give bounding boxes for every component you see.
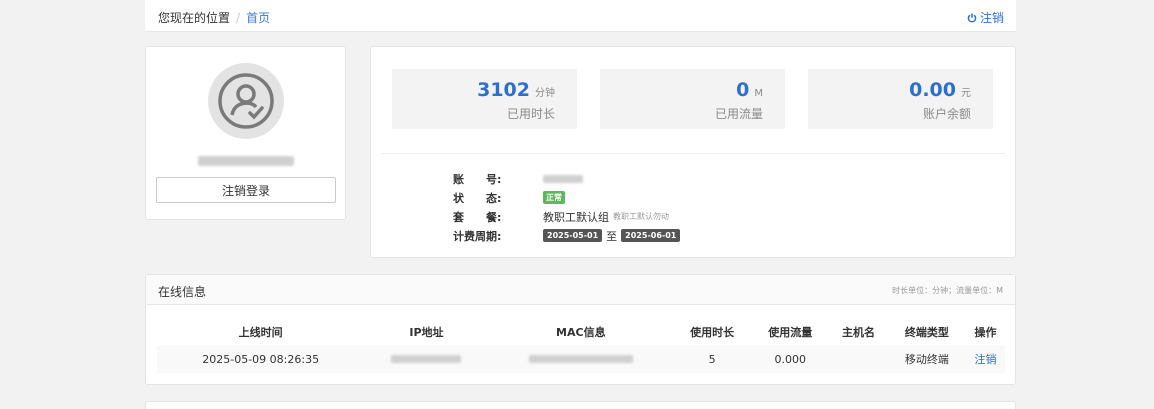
cell-traffic: 0.000 [751, 345, 830, 373]
online-info-card: 在线信息 时长单位：分钟；流量单位：M 上线时间 IP地址 MAC信息 使用时长… [145, 274, 1016, 385]
col-duration: 使用时长 [690, 325, 735, 339]
cell-terminal: 移动终端 [887, 345, 966, 373]
avatar [208, 63, 284, 139]
period-to: 至 [606, 229, 618, 243]
cell-ip [364, 345, 489, 373]
col-action: 操作 [974, 325, 997, 339]
cell-duration: 5 [673, 345, 752, 373]
divider [381, 153, 1005, 154]
cell-host [829, 345, 888, 373]
cell-mac [488, 345, 674, 373]
mac-redacted [528, 354, 633, 363]
used-time-value: 3102 [477, 79, 530, 101]
used-time-stat: 3102 分钟 已用时长 [392, 69, 577, 129]
cell-action: 注销 [965, 345, 1005, 373]
used-traffic-stat: 0M 已用流量 [600, 69, 785, 129]
online-unit-note: 时长单位：分钟；流量单位：M [892, 286, 1003, 295]
status-key: 状 态: [453, 191, 502, 205]
profile-card: 注销登录 [145, 46, 346, 220]
balance-label: 账户余额 [922, 107, 971, 121]
account-info: 账 号: 状 态: 正常 套 餐: 教职工默认组 教职工默认勿动 计费周期: 20… [453, 169, 681, 245]
status-row: 状 态: 正常 [453, 188, 680, 207]
breadcrumb: 您现在的位置 / 首页 [158, 9, 270, 26]
used-time-unit: 分钟 [535, 88, 555, 99]
plan-row: 套 餐: 教职工默认组 教职工默认勿动 [453, 207, 680, 226]
period-start: 2025-05-01 [543, 229, 603, 242]
user-check-icon [218, 73, 274, 129]
col-online-time: 上线时间 [238, 325, 283, 339]
logout-login-button[interactable]: 注销登录 [156, 177, 336, 203]
ip-redacted [391, 354, 462, 363]
plan-value: 教职工默认组 [543, 210, 609, 224]
plan-key: 套 餐: [453, 210, 502, 224]
col-mac: MAC信息 [556, 325, 606, 339]
top-bar: 您现在的位置 / 首页 注销 [145, 0, 1016, 32]
plan-sub: 教职工默认勿动 [613, 212, 669, 221]
stats-card: 3102 分钟 已用时长 0M 已用流量 0.00 元 账户余额 账 号: 状 态:… [370, 46, 1016, 258]
used-traffic-value: 0 [736, 79, 750, 101]
online-table: 上线时间 IP地址 MAC信息 使用时长 使用流量 主机名 终端类型 操作 20… [157, 318, 1005, 373]
cell-online-time: 2025-05-09 08:26:35 [157, 345, 365, 373]
used-time-label: 已用时长 [506, 107, 555, 121]
period-end: 2025-06-01 [621, 229, 681, 242]
balance-value: 0.00 [909, 79, 956, 101]
period-key: 计费周期: [453, 229, 502, 243]
col-traffic: 使用流量 [768, 325, 813, 339]
top-logout-button[interactable]: 注销 [967, 9, 1004, 26]
breadcrumb-current-location-label: 您现在的位置 [158, 11, 231, 25]
table-row: 2025-05-09 08:26:35 5 0.000 移动终端 注销 [157, 345, 1005, 373]
col-host: 主机名 [842, 325, 876, 339]
period-row: 计费周期: 2025-05-01 至 2025-06-01 [453, 226, 681, 245]
account-row: 账 号: [453, 169, 680, 188]
bottom-card [145, 401, 1016, 409]
breadcrumb-home-link[interactable]: 首页 [246, 11, 270, 25]
balance-stat: 0.00 元 账户余额 [808, 69, 993, 129]
col-ip: IP地址 [409, 325, 444, 339]
power-icon [967, 13, 977, 23]
table-header-row: 上线时间 IP地址 MAC信息 使用时长 使用流量 主机名 终端类型 操作 [157, 318, 1005, 345]
used-traffic-label: 已用流量 [714, 107, 763, 121]
account-value-redacted [543, 174, 583, 183]
online-info-title: 在线信息 [158, 285, 207, 299]
account-key: 账 号: [453, 172, 502, 186]
status-badge: 正常 [543, 191, 565, 204]
username-redacted [198, 156, 294, 166]
top-logout-label: 注销 [979, 11, 1004, 25]
row-logout-link[interactable]: 注销 [974, 353, 996, 366]
col-terminal: 终端类型 [904, 325, 949, 339]
online-info-header: 在线信息 时长单位：分钟；流量单位：M [146, 275, 1015, 305]
used-traffic-unit: M [754, 88, 763, 99]
breadcrumb-separator: / [236, 11, 241, 25]
balance-unit: 元 [961, 88, 971, 99]
